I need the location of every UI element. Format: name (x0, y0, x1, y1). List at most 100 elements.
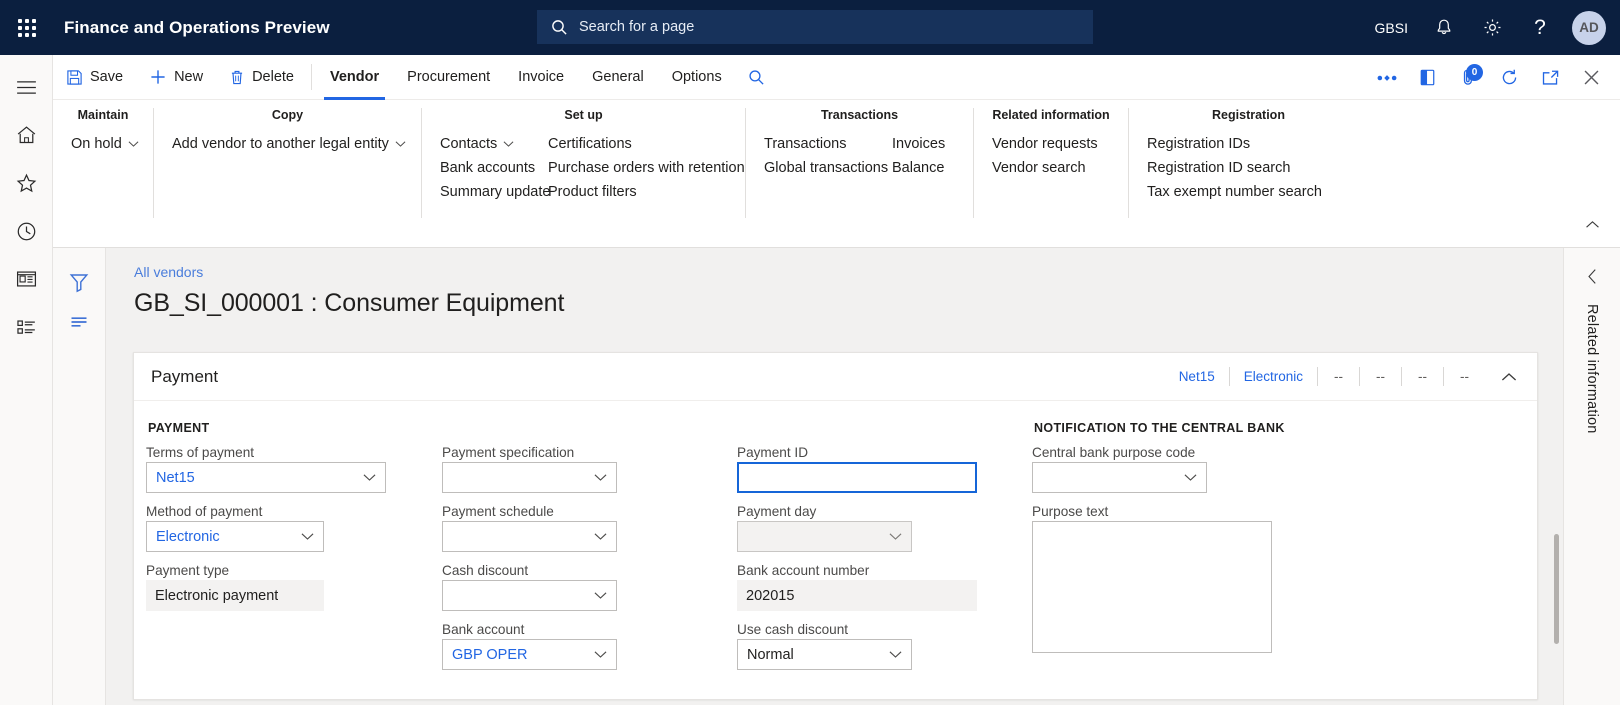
menu-item-certifications[interactable]: Certifications (542, 132, 755, 156)
chevron-left-icon[interactable] (1587, 268, 1598, 290)
menu-item-label: Summary update (440, 184, 551, 200)
chevron-down-icon[interactable] (590, 581, 610, 610)
company-selector[interactable]: GBSI (1363, 0, 1420, 55)
avatar[interactable]: AD (1572, 10, 1606, 45)
form-column-two: Payment specification Payment schedule C… (434, 416, 729, 681)
chevron-down-icon[interactable] (359, 463, 379, 492)
left-navigation-rail (0, 55, 53, 705)
tab-procurement[interactable]: Procurement (393, 55, 504, 100)
terms-of-payment-input[interactable]: Net15 (146, 462, 386, 493)
search-placeholder-text: Search for a page (579, 19, 695, 35)
chevron-down-icon (395, 141, 406, 147)
summary-method-of-payment[interactable]: Electronic (1230, 369, 1317, 384)
tab-general[interactable]: General (578, 55, 658, 100)
bank-account-input[interactable]: GBP OPER (442, 639, 617, 670)
save-button[interactable]: Save (53, 55, 136, 100)
chevron-down-icon (128, 141, 139, 147)
field-value: 202015 (746, 587, 795, 604)
menu-item-on-hold[interactable]: On hold (65, 132, 149, 156)
field-payment-day: Payment day (737, 504, 1016, 552)
page-search-input[interactable]: Search for a page (537, 10, 1093, 44)
settings-gear-icon[interactable] (1468, 0, 1516, 55)
filter-funnel-icon[interactable] (57, 262, 101, 302)
menu-item-purchase-orders-with-retention[interactable]: Purchase orders with retention (542, 156, 755, 180)
menu-item-label: Vendor requests (992, 136, 1098, 152)
menu-item-transactions[interactable]: Transactions (758, 132, 886, 156)
show-list-icon[interactable] (57, 302, 101, 342)
field-label: Payment specification (442, 445, 575, 460)
breadcrumb[interactable]: All vendors (134, 264, 203, 280)
page-title: GB_SI_000001 : Consumer Equipment (134, 289, 565, 317)
payment-specification-input[interactable] (442, 462, 617, 493)
lookup-chevron-down-icon[interactable] (590, 640, 610, 669)
field-value: Net15 (156, 469, 195, 486)
payment-fasttab-header[interactable]: Payment Net15 Electronic -- -- -- -- (134, 353, 1537, 401)
related-information-label[interactable]: Related information (1584, 304, 1600, 434)
menu-item-summary-update[interactable]: Summary update (434, 180, 550, 204)
chevron-down-icon[interactable] (297, 522, 317, 551)
field-value: Normal (747, 646, 794, 663)
menu-item-product-filters[interactable]: Product filters (542, 180, 755, 204)
central-bank-purpose-code-input[interactable] (1032, 462, 1207, 493)
payment-id-input[interactable] (737, 462, 977, 493)
close-icon[interactable] (1571, 55, 1612, 100)
attachments-icon[interactable]: 0 (1448, 55, 1489, 100)
cash-discount-input[interactable] (442, 580, 617, 611)
menu-item-contacts[interactable]: Contacts (434, 132, 542, 156)
tab-options[interactable]: Options (658, 55, 736, 100)
office-panel-icon[interactable] (1407, 55, 1448, 100)
payment-day-input[interactable] (737, 521, 912, 552)
menu-item-registration-id-search[interactable]: Registration ID search (1141, 156, 1332, 180)
tab-invoice[interactable]: Invoice (504, 55, 578, 100)
ribbon-group-set-up: Set up Contacts Bank accounts Summary up… (421, 108, 745, 218)
delete-button[interactable]: Delete (216, 55, 307, 100)
waffle-icon[interactable] (0, 0, 54, 55)
chevron-down-icon[interactable] (1180, 463, 1200, 492)
summary-value-4: -- (1376, 369, 1385, 384)
menu-item-add-vendor-to-another-legal-entity[interactable]: Add vendor to another legal entity (166, 132, 416, 156)
field-bank-account-number: Bank account number 202015 (737, 563, 1016, 611)
chevron-down-icon[interactable] (885, 522, 905, 551)
menu-item-global-transactions[interactable]: Global transactions (758, 156, 889, 180)
payment-fasttab: Payment Net15 Electronic -- -- -- -- PAY… (133, 352, 1538, 700)
tab-vendor[interactable]: Vendor (316, 55, 393, 100)
menu-item-bank-accounts[interactable]: Bank accounts (434, 156, 542, 180)
purpose-text-textarea[interactable] (1032, 521, 1272, 653)
menu-item-tax-exempt-number-search[interactable]: Tax exempt number search (1141, 180, 1332, 204)
menu-item-balance[interactable]: Balance (886, 156, 955, 180)
chevron-down-icon[interactable] (885, 640, 905, 669)
collapse-ribbon-button[interactable] (1578, 212, 1606, 236)
action-pane-divider (311, 64, 312, 90)
refresh-icon[interactable] (1489, 55, 1530, 100)
favorites-star-icon[interactable] (0, 159, 53, 207)
method-of-payment-input[interactable]: Electronic (146, 521, 324, 552)
fasttab-collapse-chevron-up-icon[interactable] (1485, 372, 1523, 382)
chevron-down-icon[interactable] (590, 463, 610, 492)
search-icon[interactable] (736, 55, 777, 100)
notification-bell-icon[interactable] (1420, 0, 1468, 55)
new-button[interactable]: New (136, 55, 216, 100)
menu-item-label: Registration ID search (1147, 160, 1291, 176)
field-purpose-text: Purpose text (1032, 504, 1316, 653)
save-button-label: Save (90, 69, 124, 85)
summary-terms-of-payment[interactable]: Net15 (1165, 369, 1229, 384)
recent-clock-icon[interactable] (0, 207, 53, 255)
use-cash-discount-input[interactable]: Normal (737, 639, 912, 670)
vertical-scrollbar-thumb[interactable] (1554, 534, 1559, 644)
home-icon[interactable] (0, 111, 53, 159)
share-diamond-icon[interactable] (1366, 55, 1407, 100)
menu-item-registration-ids[interactable]: Registration IDs (1141, 132, 1332, 156)
open-in-new-window-icon[interactable] (1530, 55, 1571, 100)
payment-schedule-input[interactable] (442, 521, 617, 552)
payment-type-value: Electronic payment (146, 580, 324, 611)
menu-item-invoices[interactable]: Invoices (886, 132, 955, 156)
help-question-icon[interactable]: ? (1516, 0, 1564, 55)
chevron-down-icon[interactable] (590, 522, 610, 551)
field-label: Bank account (442, 622, 525, 637)
workspaces-icon[interactable] (0, 255, 53, 303)
menu-item-vendor-search[interactable]: Vendor search (986, 156, 1108, 180)
menu-item-label: Global transactions (764, 160, 889, 176)
menu-item-vendor-requests[interactable]: Vendor requests (986, 132, 1108, 156)
modules-list-icon[interactable] (0, 303, 53, 351)
hamburger-menu-icon[interactable] (0, 63, 53, 111)
